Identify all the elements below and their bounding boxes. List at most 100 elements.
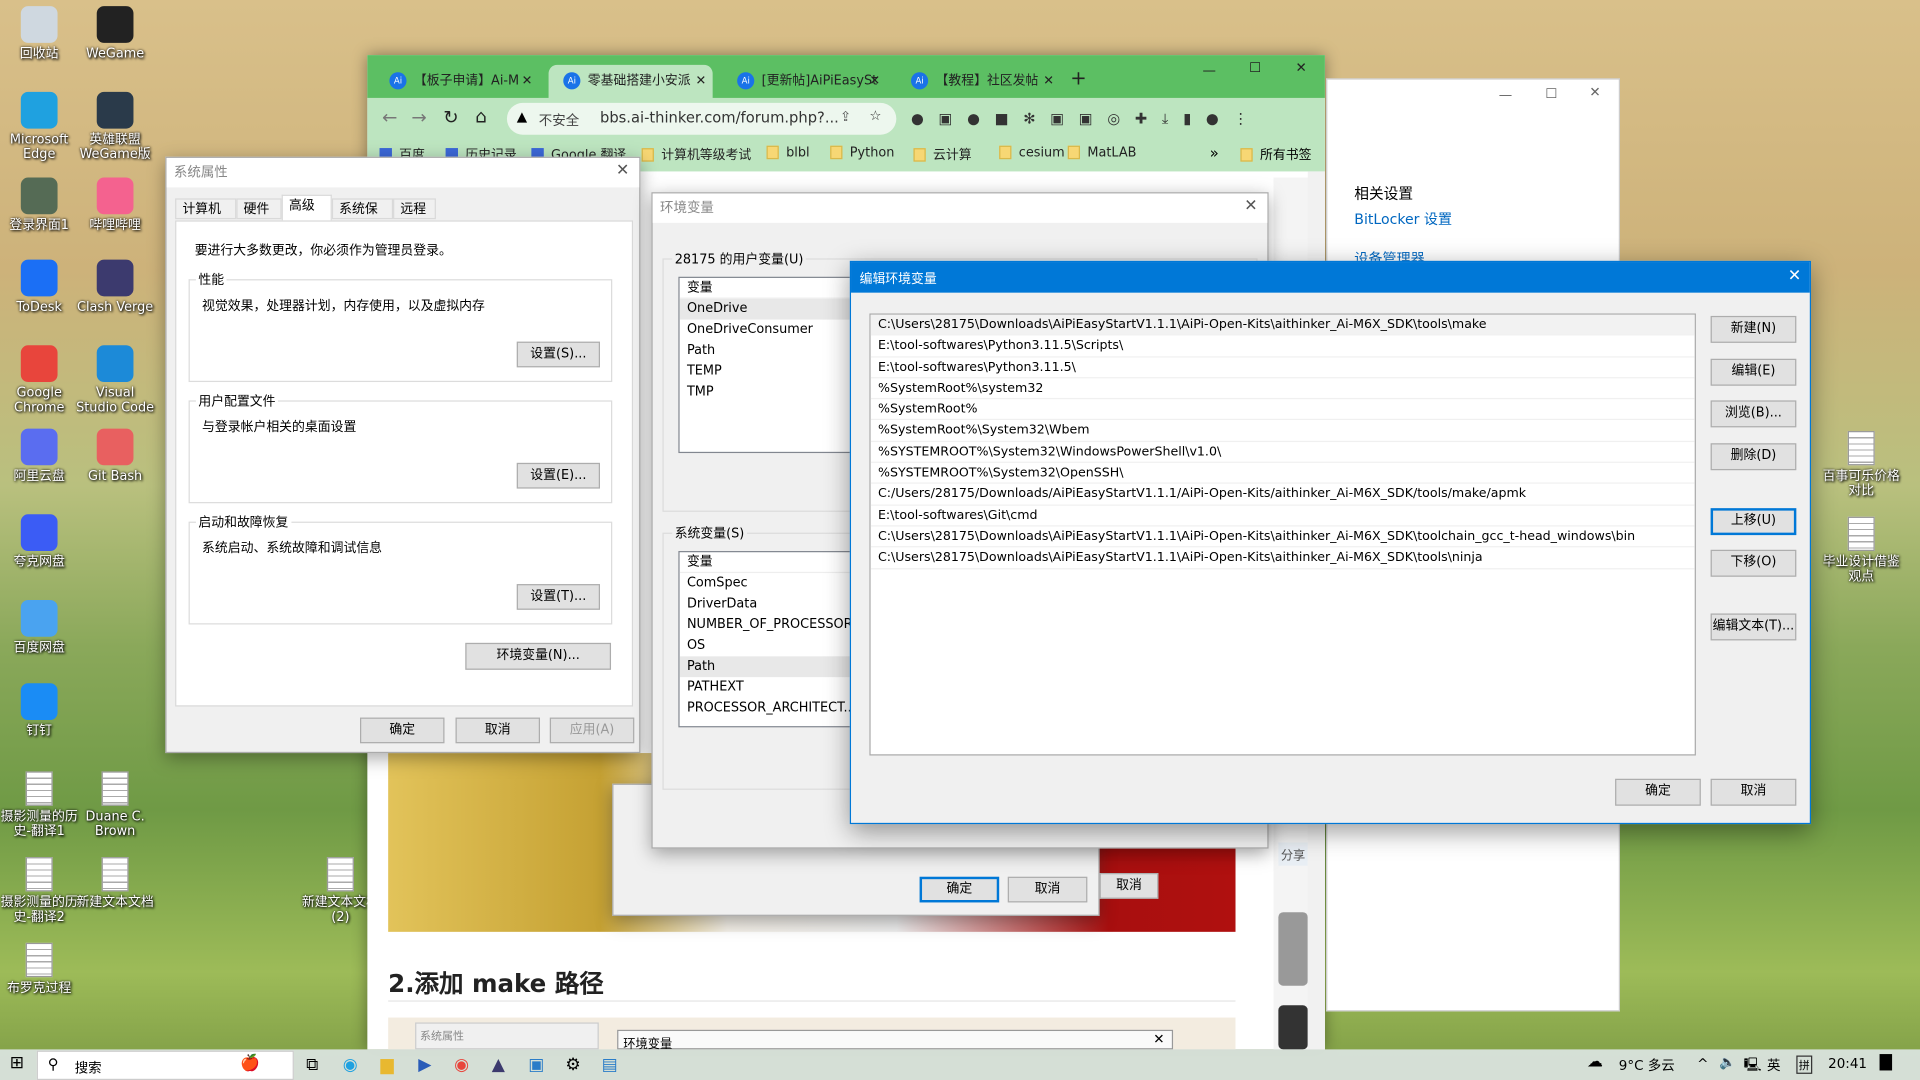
- close-icon[interactable]: ✕: [1244, 197, 1257, 215]
- path-entry[interactable]: %SYSTEMROOT%\System32\WindowsPowerShell\…: [870, 442, 1695, 463]
- control-panel-icon[interactable]: ▣: [524, 1054, 548, 1076]
- bookmark[interactable]: 云计算: [913, 146, 972, 164]
- weather-text[interactable]: 9°C 多云: [1619, 1056, 1675, 1076]
- task-view-icon[interactable]: ⧉: [300, 1054, 324, 1076]
- path-entry[interactable]: C:\Users\28175\Downloads\AiPiEasyStartV1…: [870, 526, 1695, 548]
- chrome-taskbar-icon[interactable]: ◉: [449, 1054, 473, 1076]
- desktop-icon[interactable]: 登录界面1: [0, 177, 78, 233]
- home-button[interactable]: ⌂: [475, 105, 487, 127]
- desktop-file-icon[interactable]: 摄影测量的历史-翻译1: [0, 771, 78, 839]
- address-bar[interactable]: ▲ 不安全 bbs.ai-thinker.com/forum.php?... ⇪…: [506, 102, 897, 135]
- desktop-icon[interactable]: 英雄联盟WeGame版: [76, 91, 154, 162]
- tray-chevron-icon[interactable]: ^: [1697, 1056, 1708, 1072]
- desktop-file-icon[interactable]: 布罗克过程: [0, 942, 78, 996]
- notification-icon[interactable]: ▇: [1880, 1053, 1892, 1071]
- share-button[interactable]: 分享: [1278, 842, 1308, 866]
- ok-button[interactable]: 确定: [1615, 778, 1701, 806]
- ok-button[interactable]: 确定: [360, 717, 445, 744]
- system-props-taskbar-icon[interactable]: ▤: [598, 1054, 622, 1076]
- all-bookmarks[interactable]: 所有书签: [1240, 146, 1311, 164]
- edit-button[interactable]: 编辑(E): [1710, 358, 1797, 386]
- bitlocker-link[interactable]: BitLocker 设置: [1354, 209, 1452, 229]
- delete-button[interactable]: 删除(D): [1710, 443, 1797, 471]
- reload-button[interactable]: ↻: [443, 107, 458, 129]
- browser-tab[interactable]: Ai [更新帖]AiPiEasySt ✕: [725, 64, 896, 98]
- desktop-icon[interactable]: Microsoft Edge: [0, 91, 78, 162]
- bookmark[interactable]: MatLAB: [1067, 145, 1136, 160]
- clash-taskbar-icon[interactable]: ▲: [486, 1054, 510, 1076]
- path-entry[interactable]: C:/Users/28175/Downloads/AiPiEasyStartV1…: [870, 484, 1695, 506]
- path-entry[interactable]: %SystemRoot%\System32\Wbem: [870, 421, 1695, 442]
- desktop-file-icon[interactable]: 新建文本文档: [76, 857, 154, 910]
- perf-settings-button[interactable]: 设置(S)...: [516, 341, 601, 368]
- desktop-icon[interactable]: 百度网盘: [0, 600, 78, 655]
- path-entry[interactable]: %SystemRoot%\system32: [870, 378, 1695, 400]
- behind-ok-button[interactable]: 确定: [919, 876, 1000, 903]
- tab-close-icon[interactable]: ✕: [696, 64, 707, 98]
- close-icon[interactable]: ✕: [616, 162, 629, 180]
- desktop-icon[interactable]: 哔哩哔哩: [76, 177, 154, 233]
- tab[interactable]: 远程: [393, 198, 436, 220]
- path-entries-list[interactable]: C:\Users\28175\Downloads\AiPiEasyStartV1…: [869, 313, 1696, 756]
- bookmarks-more[interactable]: »: [1210, 144, 1219, 161]
- desktop-icon[interactable]: ToDesk: [0, 259, 78, 315]
- minimize-button[interactable]: —: [1202, 62, 1215, 78]
- settings-gear-icon[interactable]: ⚙: [561, 1054, 585, 1076]
- desktop-icon[interactable]: Google Chrome: [0, 345, 78, 415]
- browser-tab[interactable]: Ai 【板子申请】Ai-M ✕: [377, 64, 548, 98]
- tab-close-icon[interactable]: ✕: [1043, 64, 1054, 98]
- desktop-icon[interactable]: WeGame: [76, 6, 154, 61]
- star-icon[interactable]: ☆: [869, 108, 881, 124]
- desktop-icon[interactable]: 夸克网盘: [0, 514, 78, 569]
- desktop-icon[interactable]: Git Bash: [76, 428, 154, 484]
- volume-icon[interactable]: 🔈: [1719, 1054, 1736, 1070]
- cancel-button[interactable]: 取消: [455, 717, 541, 744]
- behind-cancel-button-2[interactable]: 取消: [1099, 873, 1159, 899]
- path-entry[interactable]: E:\tool-softwares\Git\cmd: [870, 505, 1695, 527]
- tab[interactable]: 硬件: [236, 198, 282, 220]
- env-vars-button[interactable]: 环境变量(N)...: [465, 642, 612, 670]
- desktop-file-icon[interactable]: 摄影测量的历史-翻译2: [0, 857, 78, 924]
- close-button[interactable]: ✕: [1296, 60, 1307, 76]
- desktop-icon[interactable]: 回收站: [0, 6, 78, 61]
- path-entry[interactable]: C:\Users\28175\Downloads\AiPiEasyStartV1…: [870, 314, 1695, 336]
- new-button[interactable]: 新建(N): [1710, 315, 1797, 343]
- ime-mode[interactable]: 拼: [1796, 1055, 1813, 1074]
- desktop-file-icon[interactable]: 毕业设计借鉴观点: [1822, 516, 1900, 584]
- path-entry[interactable]: E:\tool-softwares\Python3.11.5\: [870, 357, 1695, 379]
- desktop-icon[interactable]: Visual Studio Code: [76, 345, 154, 415]
- back-button[interactable]: ←: [382, 107, 397, 129]
- new-tab-button[interactable]: +: [1070, 66, 1086, 89]
- desktop-file-icon[interactable]: 百事可乐价格对比: [1822, 431, 1900, 498]
- browse-button[interactable]: 浏览(B)...: [1710, 400, 1797, 428]
- share-icon[interactable]: ⇪: [840, 109, 851, 125]
- desktop-file-icon[interactable]: Duane C. Brown: [76, 771, 154, 839]
- desktop-icon[interactable]: 钉钉: [0, 683, 78, 738]
- tab[interactable]: 系统保护: [331, 198, 394, 238]
- start-button[interactable]: ⊞: [10, 1053, 24, 1073]
- path-entry[interactable]: %SYSTEMROOT%\System32\OpenSSH\: [870, 463, 1695, 485]
- bookmark[interactable]: blbl: [766, 145, 810, 160]
- close-icon[interactable]: ✕: [1788, 267, 1801, 285]
- path-entry[interactable]: %SystemRoot%: [870, 399, 1695, 421]
- maximize-button[interactable]: ☐: [1545, 86, 1557, 102]
- behind-cancel-button[interactable]: 取消: [1007, 876, 1088, 903]
- browser-tab[interactable]: Ai 零基础搭建小安派 ✕: [551, 64, 722, 98]
- powershell-icon[interactable]: ▶: [413, 1054, 437, 1076]
- apply-button[interactable]: 应用(A): [549, 717, 635, 744]
- tab[interactable]: 高级: [281, 194, 332, 221]
- tab-close-icon[interactable]: ✕: [869, 64, 880, 98]
- forward-button[interactable]: →: [411, 107, 426, 129]
- desktop-icon[interactable]: Clash Verge: [76, 259, 154, 315]
- close-button[interactable]: ✕: [1589, 84, 1600, 100]
- extensions-icons[interactable]: ●▣●■✻▣▣◎✚⤓▮●⋮: [911, 110, 1315, 130]
- bookmark[interactable]: 计算机等级考试: [641, 146, 751, 164]
- move-down-button[interactable]: 下移(O): [1710, 549, 1797, 577]
- clock[interactable]: 20:41: [1828, 1056, 1867, 1072]
- path-entry[interactable]: E:\tool-softwares\Python3.11.5\Scripts\: [870, 336, 1695, 358]
- network-icon[interactable]: 🖳: [1744, 1054, 1762, 1077]
- profile-settings-button[interactable]: 设置(E)...: [516, 462, 601, 489]
- file-explorer-icon[interactable]: ▆: [375, 1054, 399, 1076]
- minimize-button[interactable]: —: [1499, 87, 1512, 103]
- tab[interactable]: 计算机名: [175, 198, 237, 238]
